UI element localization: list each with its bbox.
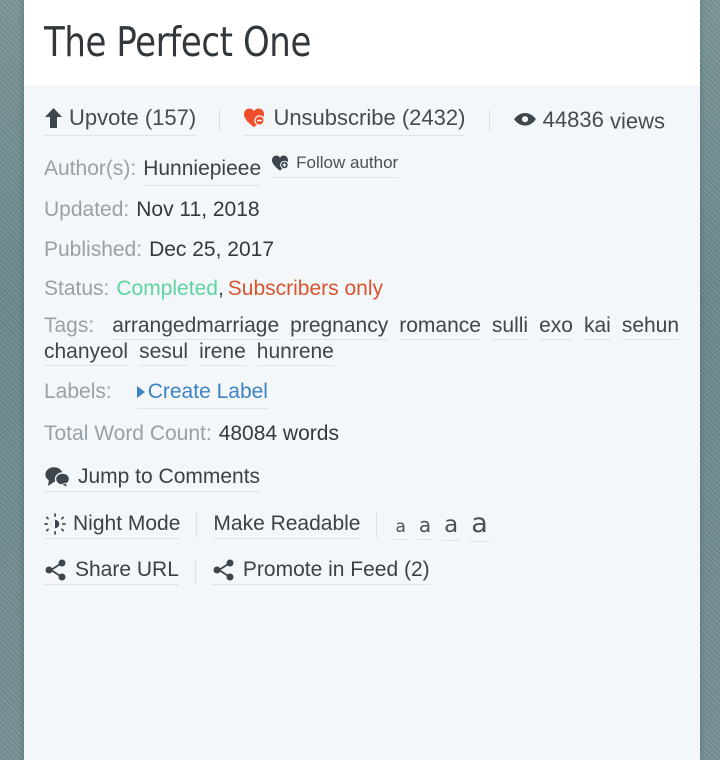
font-size-small-button[interactable]: a: [416, 513, 434, 541]
author-label: Author(s):: [44, 156, 137, 180]
word-count-value: 48084 words: [218, 422, 339, 445]
tag-item[interactable]: chanyeol: [44, 340, 129, 366]
font-size-xsmall-button[interactable]: a: [393, 517, 408, 541]
labels-label: Labels:: [44, 379, 112, 403]
jump-to-comments-label: Jump to Comments: [78, 465, 261, 489]
status-separator: ,: [217, 277, 224, 301]
heart-plus-icon: [271, 154, 291, 172]
published-label: Published:: [44, 237, 143, 261]
share-url-button[interactable]: Share URL: [44, 558, 179, 586]
published-value: Dec 25, 2017: [149, 237, 275, 261]
page-title: The Perfect One: [44, 18, 311, 66]
comments-icon: [44, 466, 71, 489]
story-metadata-panel: Upvote (157) Unsubscribe (2432) 44836 vi…: [24, 85, 700, 586]
jump-to-comments-button[interactable]: Jump to Comments: [44, 465, 261, 493]
night-mode-label: Night Mode: [73, 511, 181, 535]
author-link[interactable]: Hunniepieee: [143, 154, 262, 187]
tags-label: Tags:: [44, 313, 95, 337]
views-label: views: [609, 108, 665, 134]
font-size-medium-button[interactable]: a: [442, 512, 461, 542]
word-count-row: Total Word Count: 48084 words: [44, 419, 680, 449]
tag-item[interactable]: sehun: [621, 314, 680, 340]
night-mode-button[interactable]: Night Mode: [44, 511, 181, 539]
create-label-button[interactable]: Create Label: [136, 377, 268, 409]
updated-row: Updated: Nov 11, 2018: [44, 195, 680, 225]
share-url-label: Share URL: [75, 558, 179, 582]
create-label-text: Create Label: [147, 379, 268, 403]
status-badge-completed: Completed: [116, 277, 218, 301]
font-size-group: a a a a: [393, 508, 490, 543]
tags-row: Tags: arrangedmarriage pregnancy romance…: [44, 314, 680, 366]
tag-item[interactable]: hunrene: [256, 340, 334, 366]
tag-item[interactable]: pregnancy: [290, 314, 389, 340]
make-readable-button[interactable]: Make Readable: [213, 511, 361, 539]
upvote-button[interactable]: Upvote (157): [44, 101, 197, 136]
word-count-label: Total Word Count:: [44, 422, 212, 445]
published-row: Published: Dec 25, 2017: [44, 235, 680, 265]
promote-in-feed-label: Promote in Feed (2): [242, 558, 430, 582]
follow-author-label: Follow author: [296, 152, 399, 172]
updated-value: Nov 11, 2018: [136, 198, 260, 222]
views-counter: 44836: [513, 103, 604, 137]
eye-icon: [513, 111, 537, 129]
heart-minus-icon: [243, 107, 267, 129]
unsubscribe-button[interactable]: Unsubscribe (2432): [243, 101, 466, 136]
comments-row: Jump to Comments: [44, 465, 680, 493]
share-icon: [212, 559, 236, 581]
follow-author-button[interactable]: Follow author: [271, 151, 399, 179]
share-icon: [44, 559, 68, 581]
author-row: Author(s): Hunniepieee Follow author: [44, 151, 680, 187]
divider: [219, 109, 221, 132]
display-options-row: Night Mode Make Readable a a a a: [44, 508, 680, 543]
tag-item[interactable]: kai: [583, 314, 611, 340]
unsubscribe-label: Unsubscribe (2432): [273, 105, 466, 130]
tag-item[interactable]: irene: [199, 340, 246, 366]
tag-item[interactable]: sesul: [139, 340, 189, 366]
tag-item[interactable]: romance: [399, 314, 481, 340]
status-label: Status:: [44, 277, 110, 301]
sun-icon: [44, 513, 66, 535]
stats-row: Upvote (157) Unsubscribe (2432) 44836 vi…: [44, 101, 680, 138]
arrow-up-icon: [44, 107, 63, 129]
views-count: 44836: [542, 107, 604, 132]
divider: [194, 558, 196, 585]
divider: [376, 512, 378, 539]
divider: [488, 109, 490, 132]
title-bar: The Perfect One: [24, 0, 700, 85]
labels-row: Labels: Create Label: [44, 377, 680, 409]
tag-item[interactable]: sulli: [491, 314, 529, 340]
upvote-label: Upvote (157): [69, 105, 197, 130]
tag-item[interactable]: arrangedmarriage: [112, 314, 280, 340]
promote-in-feed-button[interactable]: Promote in Feed (2): [211, 558, 430, 586]
status-badge-subscribers: Subscribers only: [227, 277, 384, 301]
make-readable-label: Make Readable: [213, 511, 361, 535]
story-page-card: The Perfect One Upvote (157) Unsubscribe…: [24, 0, 700, 760]
share-row: Share URL Promote in Feed (2): [44, 558, 680, 586]
triangle-right-icon: [136, 385, 145, 398]
updated-label: Updated:: [44, 198, 130, 222]
tag-item[interactable]: exo: [539, 314, 573, 340]
font-size-large-button[interactable]: a: [469, 508, 490, 543]
divider: [196, 512, 198, 539]
status-row: Status: Completed , Subscribers only: [44, 274, 680, 304]
